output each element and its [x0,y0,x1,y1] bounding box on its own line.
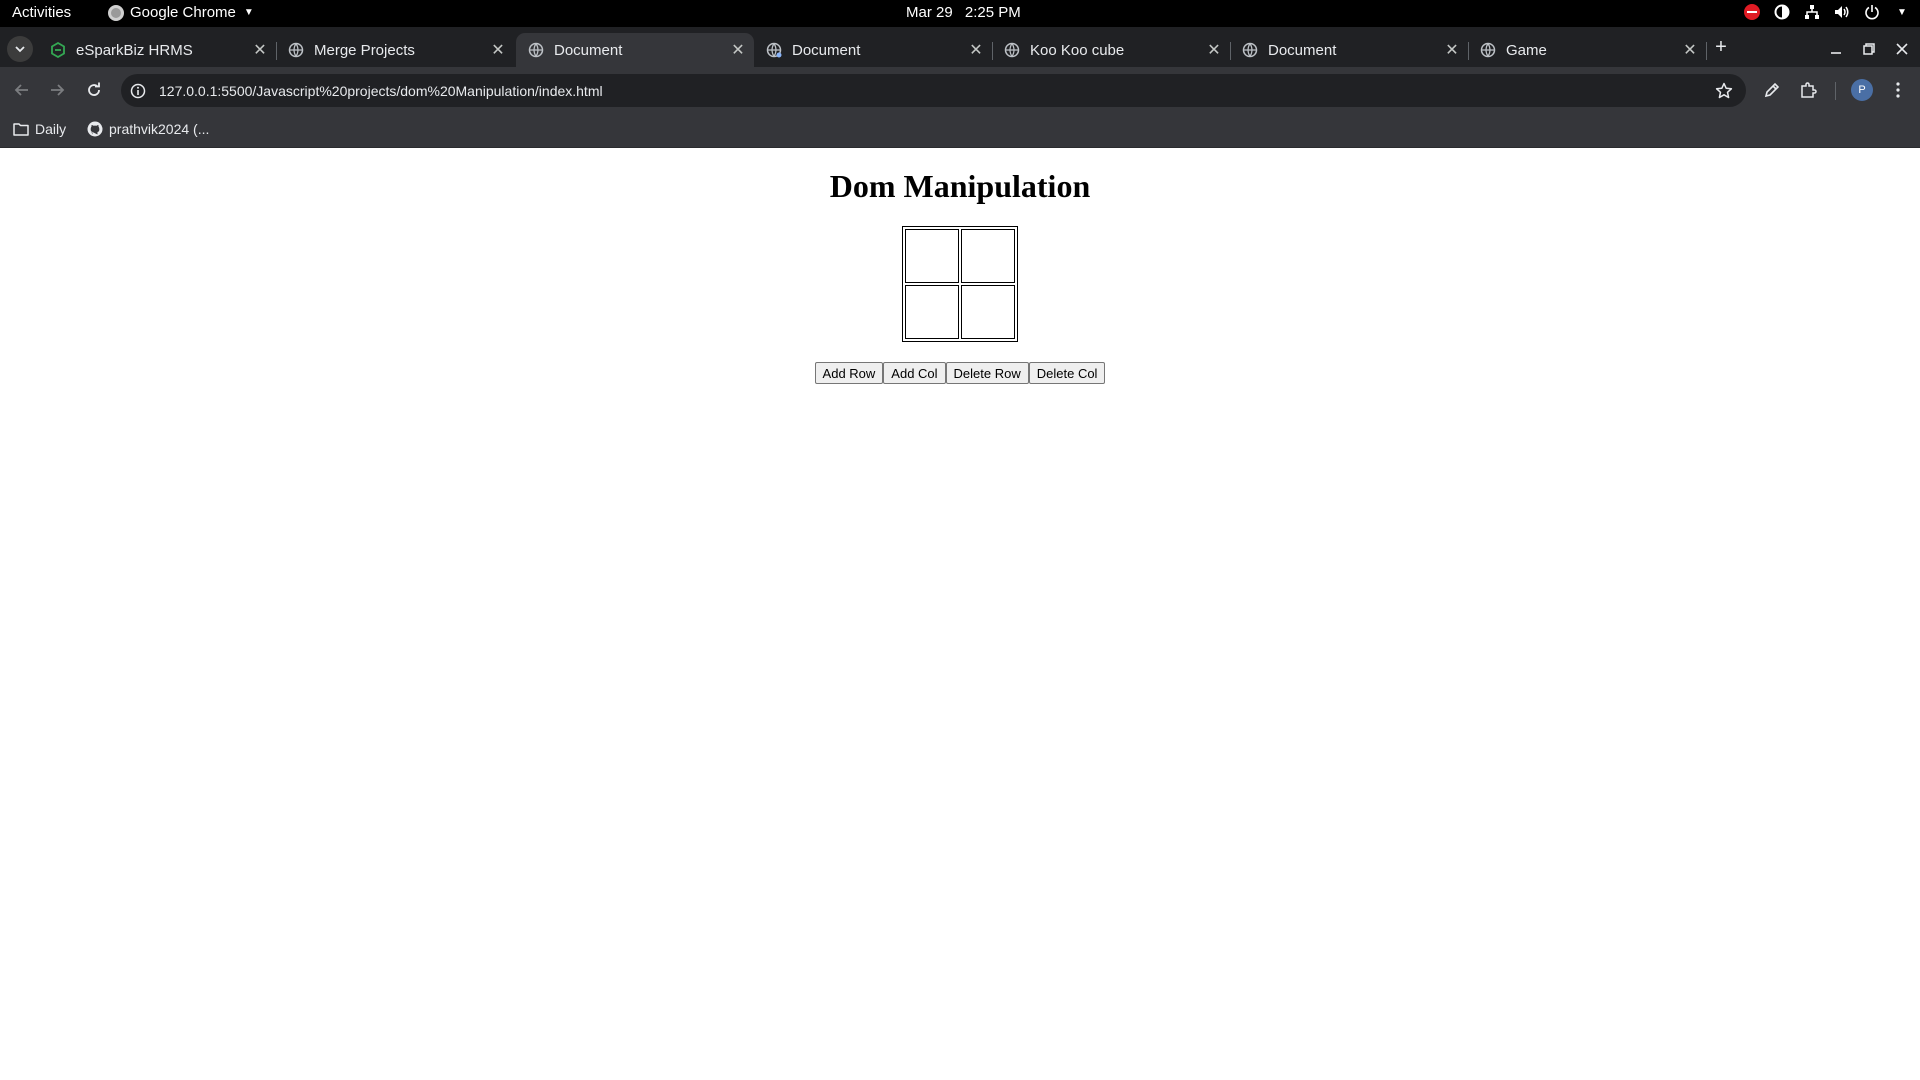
system-tray[interactable]: ▼ [1744,4,1910,20]
tab-esparkbiz-hrms[interactable]: eSparkBiz HRMS ✕ [38,33,277,67]
forward-button[interactable] [47,80,67,100]
add-row-button[interactable]: Add Row [814,362,884,384]
chevron-down-icon [15,46,25,53]
tab-koo-koo-cube[interactable]: Koo Koo cube ✕ [992,33,1231,67]
close-icon[interactable]: ✕ [1442,40,1462,60]
pen-extension-icon[interactable] [1762,80,1782,100]
grid-cell [905,285,959,339]
tab-strip: eSparkBiz HRMS ✕ Merge Projects ✕ Docume… [0,27,1920,67]
site-info-icon[interactable] [129,82,147,100]
close-window-icon[interactable] [1892,39,1912,59]
grid-row [905,285,1015,339]
grid-cell [961,229,1015,283]
tab-game[interactable]: Game ✕ [1468,33,1707,67]
delete-row-button[interactable]: Delete Row [945,362,1029,384]
reload-button[interactable] [84,80,104,100]
tab-title: Document [1268,41,1337,59]
page-heading: Dom Manipulation [829,168,1091,204]
globe-icon [288,42,304,58]
tab-title: Merge Projects [314,41,415,59]
tab-title: Game [1506,41,1547,59]
close-icon[interactable]: ✕ [488,40,508,60]
globe-icon [1480,42,1496,58]
close-icon[interactable]: ✕ [250,40,270,60]
globe-icon [766,42,782,58]
bookmarks-bar: Daily prathvik2024 (... [0,113,1920,148]
tab-title: Document [792,41,861,59]
close-icon[interactable]: ✕ [1680,40,1700,60]
tab-document-3[interactable]: Document ✕ [1230,33,1469,67]
bookmark-label: prathvik2024 (... [109,121,210,137]
arrow-right-icon [51,84,65,96]
cell-grid [902,226,1018,342]
caret-down-icon: ▼ [243,7,254,18]
bookmark-github[interactable]: prathvik2024 (... [87,121,209,137]
close-icon[interactable]: ✕ [966,40,986,60]
tab-document-2[interactable]: Document ✕ [754,33,993,67]
close-icon[interactable]: ✕ [728,40,748,60]
folder-icon [13,123,29,136]
globe-icon [1004,42,1020,58]
tab-search-button[interactable] [7,36,33,62]
bookmark-daily[interactable]: Daily [13,121,66,137]
night-light-icon[interactable] [1774,4,1790,20]
chrome-app-icon [108,4,124,21]
arrow-left-icon [14,84,28,96]
app-menu-label: Google Chrome [130,4,236,21]
activities-button[interactable]: Activities [12,4,71,21]
address-bar[interactable]: 127.0.0.1:5500/Javascript%20projects/dom… [121,74,1746,107]
do-not-disturb-icon[interactable] [1744,4,1760,20]
power-icon[interactable] [1864,4,1880,20]
restore-icon[interactable] [1859,39,1879,59]
grid-container [0,226,1920,342]
web-page: Dom Manipulation Add Row Add Col Delete … [0,148,1920,1080]
grid-cell [905,229,959,283]
globe-icon [528,42,544,58]
new-tab-button[interactable]: + [1709,36,1733,60]
back-button[interactable] [12,80,32,100]
browser-toolbar: 127.0.0.1:5500/Javascript%20projects/dom… [0,67,1920,113]
bookmark-star-icon[interactable] [1714,81,1734,101]
tab-title: Document [554,41,623,59]
tab-separator [1706,42,1707,60]
tab-merge-projects[interactable]: Merge Projects ✕ [276,33,514,67]
close-icon[interactable]: ✕ [1204,40,1224,60]
tab-title: Koo Koo cube [1030,41,1125,59]
app-menu[interactable]: Google Chrome ▼ [108,4,254,21]
network-icon[interactable] [1804,4,1820,20]
clock-date: Mar 29 [906,4,953,21]
tab-document-active[interactable]: Document ✕ [516,33,754,67]
caret-down-icon[interactable]: ▼ [1894,4,1910,20]
kebab-menu-icon[interactable] [1888,80,1908,100]
volume-icon[interactable] [1834,4,1850,20]
profile-avatar[interactable]: P [1851,79,1873,101]
clock-time: 2:25 PM [964,4,1021,21]
grid-cell [961,285,1015,339]
url-text[interactable]: 127.0.0.1:5500/Javascript%20projects/dom… [159,83,1714,99]
esparkbiz-favicon [51,42,65,58]
system-top-bar: Activities Google Chrome ▼ Mar 29 2:25 P… [0,0,1920,27]
tab-title: eSparkBiz HRMS [76,41,193,59]
delete-col-button[interactable]: Delete Col [1028,362,1106,384]
reload-icon [88,82,100,96]
button-group: Add Row Add Col Delete Row Delete Col [0,362,1920,384]
clock[interactable]: Mar 29 2:25 PM [906,4,1021,21]
bookmark-label: Daily [35,121,67,137]
grid-row [905,229,1015,283]
toolbar-divider [1835,82,1836,100]
minimize-icon[interactable] [1826,39,1846,59]
github-icon [87,121,103,137]
extensions-puzzle-icon[interactable] [1798,80,1818,100]
globe-icon [1242,42,1258,58]
add-col-button[interactable]: Add Col [883,362,946,384]
